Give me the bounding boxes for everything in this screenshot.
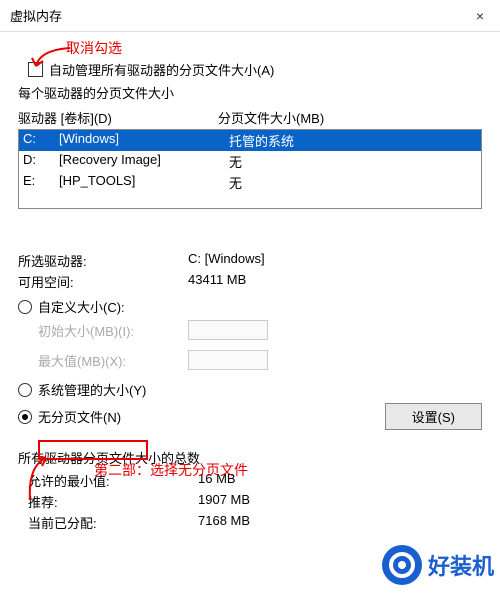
group-legend: 每个驱动器的分页文件大小 <box>18 83 482 102</box>
set-button[interactable]: 设置(S) <box>385 403 482 430</box>
recommended-label: 推荐: <box>28 492 198 511</box>
watermark-text: 好装机 <box>428 549 494 581</box>
free-space-label: 可用空间: <box>18 272 188 291</box>
current-allocated-label: 当前已分配: <box>28 513 198 532</box>
logo-icon <box>382 545 422 585</box>
free-space-value: 43411 MB <box>188 272 482 291</box>
drive-listbox[interactable]: C: [Windows] 托管的系统 D: [Recovery Image] 无… <box>18 129 482 209</box>
callout-uncheck: 取消勾选 <box>66 38 122 58</box>
highlight-box <box>38 440 148 460</box>
auto-manage-label: 自动管理所有驱动器的分页文件大小(A) <box>49 60 274 79</box>
current-allocated-value: 7168 MB <box>198 513 482 532</box>
watermark: 好装机 <box>382 545 494 585</box>
selected-drive-label: 所选驱动器: <box>18 251 188 270</box>
custom-size-label: 自定义大小(C): <box>38 297 125 316</box>
auto-manage-checkbox[interactable] <box>28 62 43 77</box>
initial-size-label: 初始大小(MB)(I): <box>38 321 188 340</box>
max-size-label: 最大值(MB)(X): <box>38 351 188 370</box>
column-drive: 驱动器 [卷标](D) <box>18 108 218 127</box>
selected-drive-value: C: [Windows] <box>188 251 482 270</box>
column-size: 分页文件大小(MB) <box>218 108 482 127</box>
callout-select-nopage: 第二部：选择无分页文件 <box>94 460 248 480</box>
no-paging-file-radio[interactable] <box>18 410 32 424</box>
no-paging-file-label: 无分页文件(N) <box>38 407 121 426</box>
window-title: 虚拟内存 <box>10 6 470 25</box>
table-row[interactable]: E: [HP_TOOLS] 无 <box>19 172 481 193</box>
table-row[interactable]: D: [Recovery Image] 无 <box>19 151 481 172</box>
initial-size-input <box>188 320 268 340</box>
table-row[interactable]: C: [Windows] 托管的系统 <box>19 130 481 151</box>
system-managed-radio[interactable] <box>18 383 32 397</box>
custom-size-radio[interactable] <box>18 300 32 314</box>
recommended-value: 1907 MB <box>198 492 482 511</box>
system-managed-label: 系统管理的大小(Y) <box>38 380 146 399</box>
close-icon[interactable]: × <box>470 8 490 24</box>
max-size-input <box>188 350 268 370</box>
